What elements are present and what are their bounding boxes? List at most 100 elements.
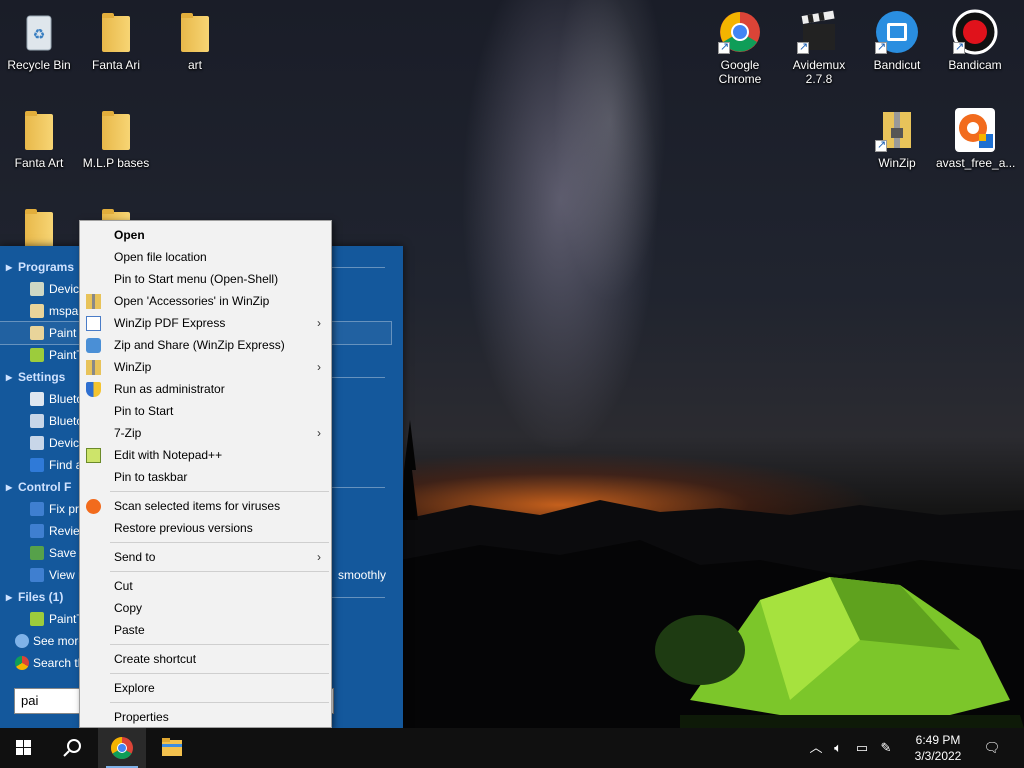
folder-art[interactable]: art	[156, 8, 234, 72]
menu-item-label: Zip and Share (WinZip Express)	[114, 338, 285, 352]
volume-icon[interactable]: 🔈︎	[828, 738, 848, 758]
menu-item-label: Scan selected items for viruses	[114, 499, 281, 513]
menu-item-properties[interactable]: Properties	[80, 706, 331, 728]
pen-icon[interactable]: ✎	[876, 738, 896, 758]
avast-installer-desktop-icon[interactable]: avast_free_a...	[936, 106, 1016, 170]
menu-item-create-shortcut[interactable]: Create shortcut	[80, 648, 331, 670]
menu-item-winzip[interactable]: WinZip ›	[80, 356, 331, 378]
taskbar-file-explorer-button[interactable]	[148, 728, 196, 768]
chrome-icon	[716, 8, 764, 56]
folder-mlp-bases[interactable]: M.L.P bases	[77, 106, 155, 170]
menu-item-paste[interactable]: Paste	[80, 619, 331, 641]
menu-item-cut[interactable]: Cut	[80, 575, 331, 597]
folder-partial[interactable]	[0, 204, 78, 252]
chevron-up-icon[interactable]: ︿	[806, 738, 826, 758]
menu-item-run-as-administrator[interactable]: Run as administrator	[80, 378, 331, 400]
result-description-text: smoothly	[338, 568, 387, 582]
folder-fanta-art[interactable]: Fanta Art	[0, 106, 78, 170]
menu-item-pin-to-start[interactable]: Pin to Start	[80, 400, 331, 422]
icon-label: Google Chrome	[718, 58, 762, 86]
folder-icon	[15, 204, 63, 252]
shield-icon	[86, 382, 101, 397]
zip-share-icon	[86, 338, 101, 353]
menu-item-label: Pin to taskbar	[114, 470, 188, 484]
menu-item-label: 7-Zip	[114, 426, 142, 440]
clock-time: 6:49 PM	[915, 733, 961, 747]
notification-icon[interactable]: 🗨︎	[982, 738, 1002, 758]
clapperboard-icon	[795, 8, 843, 56]
windows-logo-icon	[16, 740, 31, 755]
menu-item-scan-selected-items-for-viruses[interactable]: Scan selected items for viruses	[80, 495, 331, 517]
recycle-bin-desktop-icon[interactable]: ♻ Recycle Bin	[0, 8, 78, 72]
search-icon	[15, 634, 29, 648]
bandicut-desktop-icon[interactable]: Bandicut	[858, 8, 936, 72]
icon-label: M.L.P bases	[82, 156, 150, 170]
context-menu: Open Open file location Pin to Start menu …	[79, 220, 332, 728]
menu-separator	[80, 568, 331, 575]
menu-item-label: Explore	[114, 681, 155, 695]
icon-label: Bandicam	[948, 58, 1002, 72]
shortcut-arrow-icon	[875, 40, 887, 54]
menu-item-zip-and-share-winzip-express[interactable]: Zip and Share (WinZip Express)	[80, 334, 331, 356]
icon-label: Bandicut	[873, 58, 921, 72]
menu-item-label: WinZip	[114, 360, 152, 374]
menu-item-edit-with-notepad[interactable]: Edit with Notepad++	[80, 444, 331, 466]
menu-item-label: WinZip PDF Express	[114, 316, 226, 330]
icon-label: avast_free_a...	[936, 156, 1016, 170]
shortcut-arrow-icon	[797, 40, 809, 54]
menu-item-label: Copy	[114, 601, 143, 615]
bluetooth-icon	[30, 414, 44, 428]
google-chrome-desktop-icon[interactable]: Google Chrome	[701, 8, 779, 86]
menu-item-label: Open file location	[114, 250, 207, 264]
submenu-arrow-icon: ›	[317, 426, 321, 440]
menu-item-pin-to-taskbar[interactable]: Pin to taskbar	[80, 466, 331, 488]
menu-item-restore-previous-versions[interactable]: Restore previous versions	[80, 517, 331, 539]
paint-tool-icon	[30, 612, 44, 626]
pdf-icon	[86, 316, 101, 331]
icon-label: Recycle Bin	[7, 58, 71, 72]
menu-item-copy[interactable]: Copy	[80, 597, 331, 619]
chrome-icon	[111, 737, 133, 759]
svg-text:♻: ♻	[33, 26, 46, 42]
folder-icon	[15, 106, 63, 154]
icon-label: WinZip	[878, 156, 916, 170]
menu-item-send-to[interactable]: Send to ›	[80, 546, 331, 568]
winzip-desktop-icon[interactable]: WinZip	[858, 106, 936, 170]
search-icon	[63, 739, 81, 757]
start-button[interactable]	[0, 728, 48, 768]
menu-item-open-accessories-in-winzip[interactable]: Open 'Accessories' in WinZip	[80, 290, 331, 312]
notepad-icon	[86, 448, 101, 463]
folder-icon	[171, 8, 219, 56]
menu-item-open[interactable]: Open	[80, 224, 331, 246]
chrome-icon	[15, 656, 29, 670]
taskbar-chrome-button[interactable]	[98, 728, 146, 768]
submenu-arrow-icon: ›	[317, 316, 321, 330]
winzip-icon	[873, 106, 921, 154]
menu-item-label: Pin to Start	[114, 404, 174, 418]
backup-icon	[30, 546, 44, 560]
menu-item-label: Paste	[114, 623, 145, 637]
bandicut-icon	[873, 8, 921, 56]
menu-item-open-file-location[interactable]: Open file location	[80, 246, 331, 268]
network-icon[interactable]: ▭	[852, 738, 872, 758]
palette-icon	[30, 326, 44, 340]
avidemux-desktop-icon[interactable]: Avidemux 2.7.8	[780, 8, 858, 86]
system-clock[interactable]: 6:49 PM 3/3/2022	[908, 732, 968, 764]
menu-item-label: Properties	[114, 710, 169, 724]
icon-label: Fanta Ari	[91, 58, 141, 72]
menu-item-explore[interactable]: Explore	[80, 677, 331, 699]
clock-date: 3/3/2022	[914, 749, 962, 763]
shortcut-arrow-icon	[875, 138, 887, 152]
bandicam-desktop-icon[interactable]: Bandicam	[936, 8, 1014, 72]
submenu-arrow-icon: ›	[317, 550, 321, 564]
menu-item-7-zip[interactable]: 7-Zip ›	[80, 422, 331, 444]
search-button[interactable]	[48, 728, 96, 768]
taskbar: ︿ 🔈︎ ▭ ✎ 6:49 PM 3/3/2022 🗨︎	[0, 728, 1024, 768]
menu-item-label: Send to	[114, 550, 156, 564]
menu-item-pin-to-start-menu-open-shell[interactable]: Pin to Start menu (Open-Shell)	[80, 268, 331, 290]
flag-icon	[30, 524, 44, 538]
folder-icon	[92, 8, 140, 56]
menu-item-winzip-pdf-express[interactable]: WinZip PDF Express ›	[80, 312, 331, 334]
bluetooth-icon	[30, 458, 44, 472]
folder-fanta-ari[interactable]: Fanta Ari	[77, 8, 155, 72]
